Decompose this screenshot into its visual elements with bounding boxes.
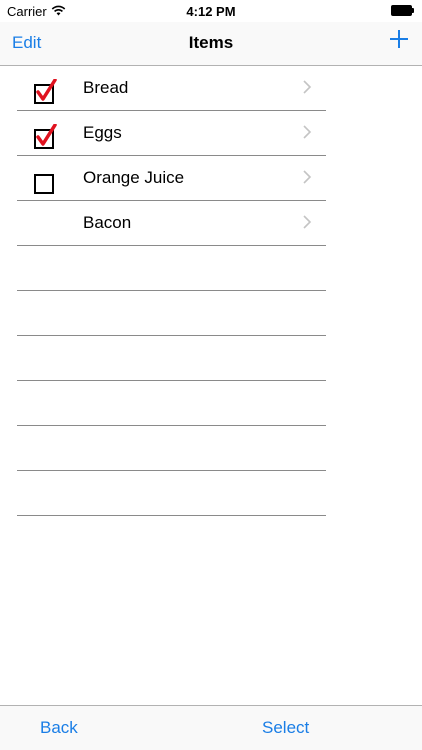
chevron-right-icon xyxy=(302,214,312,230)
empty-row xyxy=(17,426,326,471)
list-item[interactable]: Eggs xyxy=(17,111,326,156)
plus-icon xyxy=(390,30,408,48)
bottom-toolbar: Back Select xyxy=(0,705,422,750)
item-label: Eggs xyxy=(83,123,122,142)
add-button[interactable] xyxy=(388,28,410,50)
empty-row xyxy=(17,336,326,381)
chevron-right-icon xyxy=(302,124,312,140)
item-label: Orange Juice xyxy=(83,168,185,187)
navigation-bar: Edit Items xyxy=(0,22,422,66)
list-item[interactable]: Bread xyxy=(17,66,326,111)
back-button[interactable]: Back xyxy=(40,718,78,738)
checked-checkbox-icon[interactable] xyxy=(33,123,57,149)
status-time: 4:12 PM xyxy=(186,4,236,19)
empty-row xyxy=(17,471,326,516)
item-label: Bread xyxy=(83,78,129,97)
select-button[interactable]: Select xyxy=(262,718,309,738)
checked-checkbox-icon[interactable] xyxy=(33,78,57,104)
list-item[interactable]: Orange Juice xyxy=(17,156,326,201)
list-item[interactable]: Bacon xyxy=(17,201,326,246)
chevron-right-icon xyxy=(302,169,312,185)
items-list: Bread Eggs Orange Juice Bacon xyxy=(17,66,326,516)
empty-row xyxy=(17,381,326,426)
empty-row xyxy=(17,246,326,291)
unchecked-checkbox-icon[interactable] xyxy=(33,169,57,194)
page-title: Items xyxy=(188,33,234,52)
status-bar: Carrier 4:12 PM xyxy=(0,0,422,22)
empty-row xyxy=(17,291,326,336)
item-label: Bacon xyxy=(83,213,132,232)
chevron-right-icon xyxy=(302,79,312,95)
battery-icon xyxy=(391,5,415,16)
